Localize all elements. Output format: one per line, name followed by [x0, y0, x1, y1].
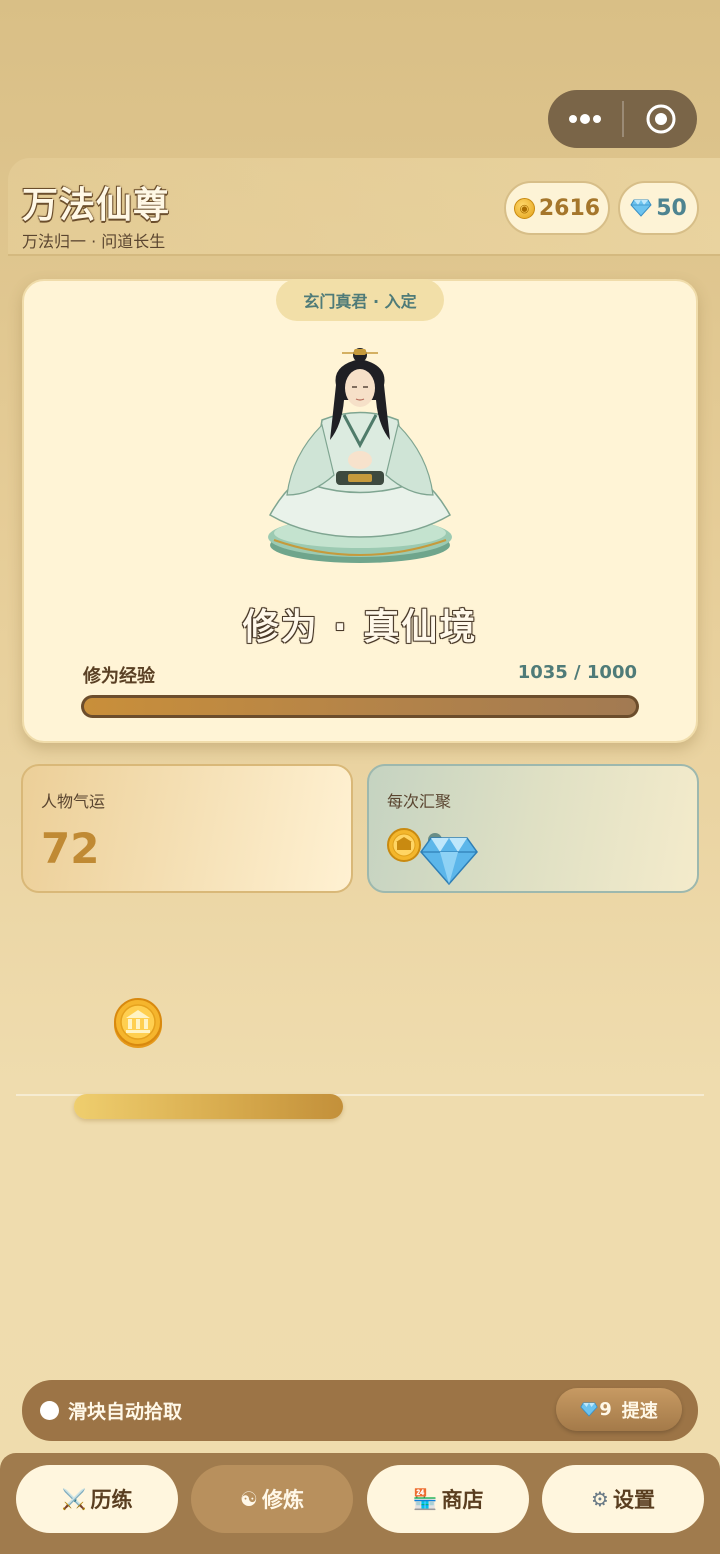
nav-label: 设置	[612, 1488, 655, 1512]
coin-count: 2616	[538, 195, 601, 221]
nav-cultivate[interactable]: ☯ 修炼	[191, 1465, 353, 1533]
status-tag: 玄门真君 · 入定	[276, 279, 444, 321]
cultivator-figure[interactable]	[252, 345, 468, 570]
nav-label: 历练	[90, 1488, 133, 1512]
luck-value: 72	[41, 824, 100, 873]
yin-yang-icon: ☯	[240, 1487, 258, 1511]
nav-training[interactable]: ⚔️ 历练	[16, 1465, 178, 1533]
close-miniprogram-icon[interactable]	[624, 90, 697, 148]
realm-title: 修为 · 真仙境	[242, 607, 478, 648]
speed-label: 提速	[621, 1400, 658, 1422]
speed-cost: 9	[599, 1399, 612, 1420]
store-icon: 🏪	[412, 1487, 438, 1511]
exp-label: 修为经验	[83, 666, 155, 687]
nav-label: 修炼	[261, 1488, 304, 1512]
gather-label: 每次汇聚	[387, 792, 452, 811]
crossed-swords-icon: ⚔️	[61, 1487, 87, 1511]
luck-card: 人物气运 72	[21, 764, 353, 893]
app-title: 万法仙尊	[22, 185, 171, 226]
coin-icon: ◉	[513, 197, 535, 219]
coin-balance[interactable]: ◉ 2616	[504, 181, 610, 235]
falling-coin-icon[interactable]	[113, 997, 163, 1049]
gear-icon: ⚙	[591, 1487, 609, 1511]
app-subtitle: 万法归一 · 问道长生	[22, 232, 166, 251]
miniprogram-capsule	[548, 90, 697, 148]
gather-reward-icons	[387, 828, 478, 886]
diamond-icon	[420, 837, 478, 886]
auto-pickup-bar: 滑块自动拾取 9 提速	[22, 1380, 698, 1441]
gather-card: 每次汇聚	[367, 764, 699, 893]
luck-label: 人物气运	[41, 792, 106, 811]
diamond-icon	[580, 1402, 598, 1417]
diamond-icon	[630, 199, 652, 217]
bottom-nav: ⚔️ 历练 ☯ 修炼 🏪 商店 ⚙ 设置	[0, 1453, 720, 1554]
nav-label: 商店	[441, 1488, 484, 1512]
nav-shop[interactable]: 🏪 商店	[367, 1465, 529, 1533]
pickup-slider[interactable]	[74, 1094, 343, 1119]
gem-balance[interactable]: 50	[618, 181, 699, 235]
auto-pickup-toggle[interactable]	[40, 1401, 59, 1420]
nav-settings[interactable]: ⚙ 设置	[542, 1465, 704, 1533]
more-menu-icon[interactable]	[548, 90, 622, 148]
exp-progress-fill	[84, 698, 636, 715]
gem-count: 50	[656, 195, 687, 221]
auto-pickup-label: 滑块自动拾取	[68, 1401, 183, 1423]
exp-progress-bar	[81, 695, 639, 718]
exp-value: 1035 / 1000	[517, 662, 637, 683]
coin-icon	[387, 828, 421, 862]
speed-up-button[interactable]: 9 提速	[556, 1388, 682, 1431]
